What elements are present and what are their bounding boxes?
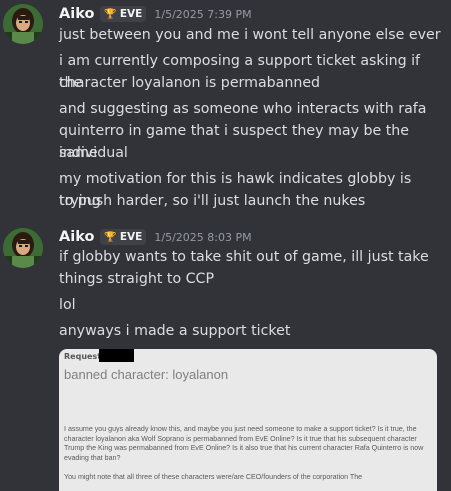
avatar-image [3, 228, 43, 268]
redacted-block [99, 349, 134, 362]
message-text: lol [59, 297, 76, 313]
message-text: things straight to CCP [59, 271, 215, 287]
server-tag[interactable]: 🏆 EVE [100, 229, 147, 245]
message-text: anyways i made a support ticket [59, 323, 291, 339]
server-tag[interactable]: 🏆 EVE [100, 6, 147, 22]
image-attachment[interactable]: Request banned character: loyalanon I as… [59, 349, 437, 491]
ticket-paragraph: You might note that all three of these c… [64, 473, 363, 482]
message-header: Aiko 🏆 EVE 1/5/2025 7:39 PM [59, 6, 252, 22]
server-tag-label: EVE [119, 231, 143, 243]
message-text: to push harder, so i'll just launch the … [59, 193, 366, 209]
message-text: just between you and me i wont tell anyo… [59, 27, 441, 43]
ticket-title: banned character: loyalanon [64, 367, 229, 382]
ticket-body: I assume you guys already know this, and… [64, 425, 434, 491]
timestamp: 1/5/2025 8:03 PM [154, 230, 252, 244]
request-label: Request [64, 352, 102, 361]
username[interactable]: Aiko [59, 229, 94, 245]
avatar[interactable] [3, 228, 43, 268]
trophy-icon: 🏆 [104, 8, 117, 20]
username[interactable]: Aiko [59, 6, 94, 22]
avatar-image [3, 4, 43, 44]
message-text: if globby wants to take shit out of game… [59, 249, 429, 265]
message-text: and suggesting as someone who interacts … [59, 101, 427, 117]
timestamp: 1/5/2025 7:39 PM [154, 7, 252, 21]
trophy-icon: 🏆 [104, 231, 117, 243]
avatar[interactable] [3, 4, 43, 44]
message-text: character loyalanon is permabanned [59, 75, 321, 91]
ticket-paragraph: I assume you guys already know this, and… [64, 425, 424, 463]
server-tag-label: EVE [119, 8, 143, 20]
message-header: Aiko 🏆 EVE 1/5/2025 8:03 PM [59, 229, 252, 245]
message-text: individual [59, 145, 128, 161]
